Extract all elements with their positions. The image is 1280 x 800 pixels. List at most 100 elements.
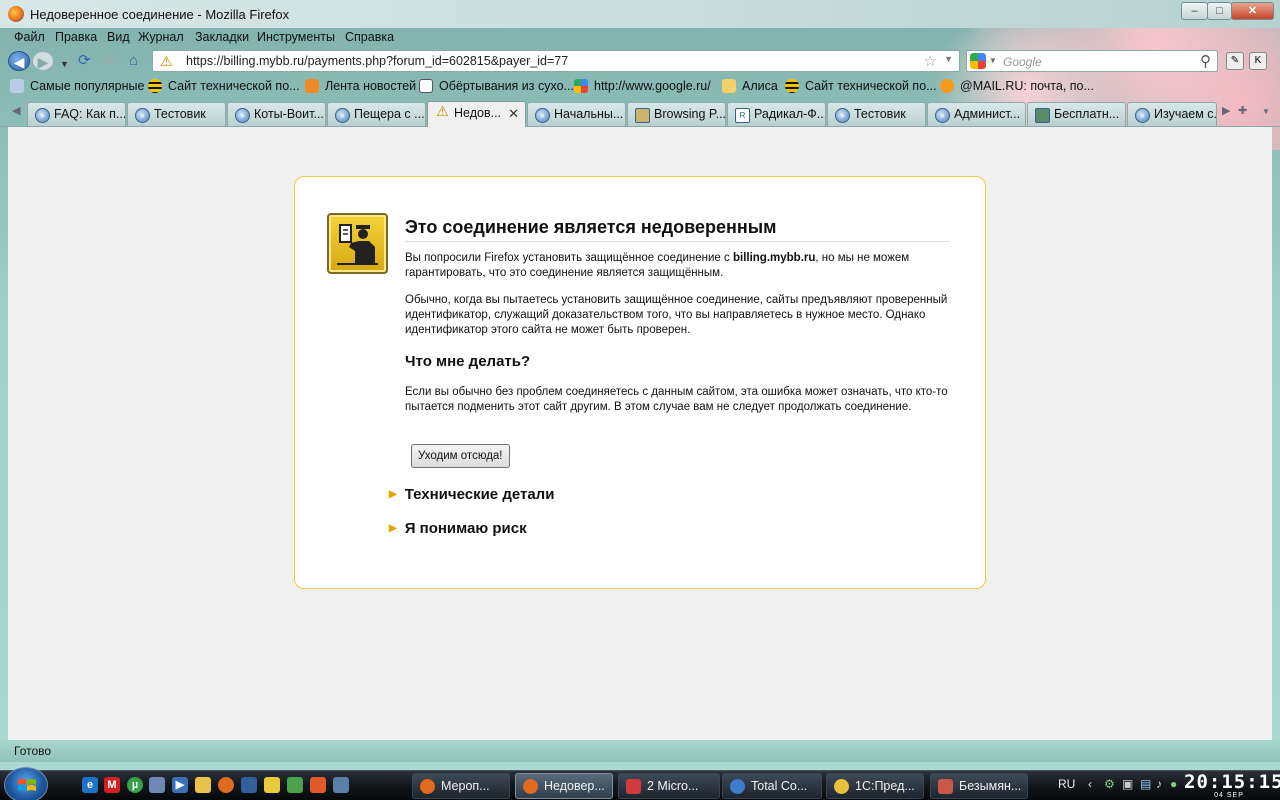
warning-icon: ⚠ [436,103,449,119]
page-content: Это соединение является недоверенным Вы … [8,127,1272,740]
show-desktop-icon[interactable] [149,777,165,793]
close-button[interactable]: ✕ [1231,2,1274,20]
media-player-icon[interactable]: ▶ [172,777,188,793]
tab[interactable]: » Админист... [927,102,1026,126]
history-dropdown-icon[interactable]: ▼ [60,55,69,73]
tab[interactable]: » Изучаем с... [1127,102,1217,126]
app-icon[interactable] [333,777,349,793]
new-tab-icon[interactable]: ✚ [1238,104,1247,117]
error-description: Вы попросили Firefox установить защищённ… [405,252,910,279]
app-icon[interactable] [287,777,303,793]
search-placeholder[interactable]: Google [1003,55,1042,69]
tab-list-icon[interactable]: ▼ [1262,107,1270,116]
bookmark-item[interactable]: Обёртывания из сухо... [419,79,574,93]
stop-icon[interactable]: ✕ [104,52,117,70]
tray-app-icon[interactable]: ▣ [1122,777,1133,791]
status-bar: Готово [0,740,1280,762]
search-bar[interactable]: ▼ Google ⚲ [966,50,1218,72]
total-commander-icon [730,779,745,794]
extension-icon[interactable]: ✎ [1226,52,1244,70]
folder-icon[interactable] [195,777,211,793]
url-dropdown-icon[interactable]: ▼ [944,54,953,64]
bookmark-item[interactable]: Сайт технической по... [785,79,937,93]
tab-scroll-left-icon[interactable]: ◀ [12,104,20,117]
taskbar-button[interactable]: Безымян... [930,773,1028,799]
tab-close-icon[interactable]: ✕ [508,106,519,122]
mailru-icon [940,79,954,93]
tray-app-icon[interactable]: ⚙ [1104,777,1115,791]
search-icon[interactable]: ⚲ [1200,52,1211,70]
menu-history[interactable]: Журнал [138,30,184,44]
technical-details-toggle[interactable]: ▶ Технические детали [389,486,554,503]
window-title: Недоверенное соединение - Mozilla Firefo… [30,7,290,22]
bookmark-item[interactable]: Алиса [722,79,778,93]
tab[interactable]: » Тестовик [127,102,226,126]
tab[interactable]: Бесплатн... [1027,102,1126,126]
reload-icon[interactable]: ⟳ [78,52,91,70]
app-icon[interactable] [264,777,280,793]
menu-file[interactable]: Файл [14,30,45,44]
tab[interactable]: » Пещера с ... [327,102,426,126]
forum-favicon-icon: » [1135,108,1150,123]
app-icon[interactable] [310,777,326,793]
utorrent-icon[interactable]: µ [127,777,143,793]
start-button[interactable] [4,767,48,800]
bookmark-item[interactable]: @MAIL.RU: почта, по... [940,79,1094,93]
tab-active[interactable]: ⚠ Недов... ✕ [427,101,526,127]
language-indicator[interactable]: RU [1058,777,1075,791]
bookmark-item[interactable]: http://www.google.ru/ [574,79,711,93]
google-icon [574,79,588,93]
menu-bookmarks[interactable]: Закладки [195,30,249,44]
addon-k-icon[interactable]: K [1249,52,1267,70]
error-title: Это соединение является недоверенным [405,217,950,242]
error-explanation: Обычно, когда вы пытаетесь установить за… [405,294,948,336]
bookmark-item[interactable]: Самые популярные [10,79,144,93]
forum-favicon-icon: » [535,108,550,123]
tab[interactable]: » Начальны... [527,102,626,126]
firefox-quicklaunch-icon[interactable] [218,777,234,793]
office-icon [626,779,641,794]
engine-dropdown-icon[interactable]: ▼ [989,56,997,65]
menu-tools[interactable]: Инструменты [257,30,335,44]
back-button[interactable]: ◀ [8,51,30,71]
url-text[interactable]: https://billing.mybb.ru/payments.php?for… [186,54,568,68]
menu-help[interactable]: Справка [345,30,394,44]
taskbar-button-active[interactable]: Недовер... [515,773,613,799]
tab[interactable]: » FAQ: Как п... [27,102,126,126]
taskbar-button[interactable]: Мероп... [412,773,510,799]
google-icon[interactable] [970,53,986,69]
volume-icon[interactable]: ♪ [1156,777,1162,791]
taskbar-button[interactable]: Total Co... [722,773,822,799]
home-icon[interactable]: ⌂ [129,52,138,70]
tab[interactable]: Browsing P... [627,102,726,126]
clock[interactable]: 20:15:15 04 SEP [1184,772,1280,800]
menu-view[interactable]: Вид [107,30,130,44]
ie-icon[interactable]: e [82,777,98,793]
url-bar[interactable]: ⚠ https://billing.mybb.ru/payments.php?f… [152,50,960,72]
forum-favicon-icon: » [135,108,150,123]
tray-app-icon[interactable]: ● [1170,777,1177,791]
bookmark-star-icon[interactable]: ☆ [924,52,937,70]
untrusted-connection-icon [327,213,388,274]
taskbar-button[interactable]: 1С:Пред... [826,773,924,799]
tab[interactable]: » Тестовик [827,102,926,126]
tab-scroll-right-icon[interactable]: ▶ [1222,104,1230,117]
forum-favicon-icon: » [835,108,850,123]
bookmark-item[interactable]: Сайт технической по... [148,79,300,93]
understand-risks-toggle[interactable]: ▶ Я понимаю риск [389,520,527,537]
tray-expand-icon[interactable]: ‹ [1088,777,1092,791]
menu-edit[interactable]: Правка [55,30,97,44]
tab[interactable]: R Радикал-Ф... [727,102,826,126]
tab[interactable]: » Коты-Воит... [227,102,326,126]
network-icon[interactable]: ▤ [1140,777,1151,791]
forum-favicon-icon: » [935,108,950,123]
maximize-button[interactable]: □ [1207,2,1232,20]
get-me-out-button[interactable]: Уходим отсюда! [411,444,510,468]
forward-button[interactable]: ▶ [32,51,54,71]
mail-ru-agent-icon[interactable]: M [104,777,120,793]
expand-triangle-icon: ▶ [389,489,397,500]
bookmark-item[interactable]: Лента новостей [305,79,416,93]
taskbar-button[interactable]: 2 Micro... [618,773,720,799]
save-icon[interactable] [241,777,257,793]
minimize-button[interactable]: – [1181,2,1208,20]
